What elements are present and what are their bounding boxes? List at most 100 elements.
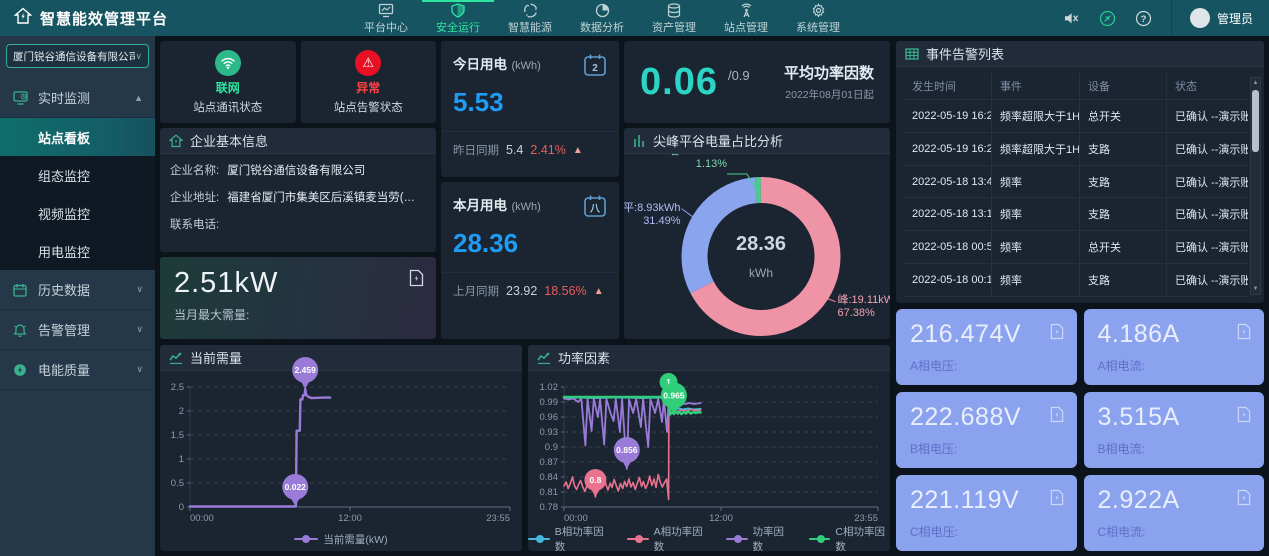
- nav-tab-7[interactable]: 系统管理: [782, 0, 854, 36]
- chevron-down-icon: ∨: [136, 364, 143, 375]
- nav-tab-2[interactable]: 安全运行: [422, 0, 494, 36]
- scroll-thumb[interactable]: [1252, 90, 1259, 152]
- sidebar-group-1[interactable]: 实时监测▲: [0, 78, 155, 118]
- svg-text:0.965: 0.965: [663, 391, 685, 401]
- demand-chart-card: 当前需量 00.511.522.500:0012:0023:550.0222.4…: [160, 345, 522, 551]
- legend-item[interactable]: B相功率因数: [528, 524, 609, 551]
- svg-text:23:55: 23:55: [486, 513, 510, 524]
- asset-management-icon: [667, 3, 681, 18]
- legend-marker-icon: [627, 535, 649, 543]
- svg-text:八: 八: [589, 203, 601, 215]
- legend-item[interactable]: A相功率因数: [627, 524, 708, 551]
- warning-icon: ⚠: [355, 50, 381, 76]
- sidebar-item-5[interactable]: 用电监控: [0, 232, 155, 270]
- pf-since: 2022年08月01日起: [784, 87, 874, 102]
- top-header: 智慧能效管理平台 平台中心安全运行智慧能源数据分析资产管理站点管理系统管理 ? …: [0, 0, 1269, 36]
- phase-card-1[interactable]: 216.474VA相电压:: [896, 309, 1077, 385]
- table-scrollbar[interactable]: ▲ ▼: [1250, 77, 1261, 295]
- legend-item[interactable]: C相功率因数: [809, 524, 890, 551]
- alarm-status-card: ⚠ 异常 站点告警状态: [301, 41, 437, 123]
- power-quality-icon: [12, 363, 28, 377]
- table-row[interactable]: 2022-05-19 16:2...频率超限大于1Hz总开关已确认 --演示账号: [904, 100, 1248, 133]
- report-file-icon[interactable]: [1050, 323, 1064, 345]
- svg-text:0.9: 0.9: [545, 442, 558, 453]
- legend-item[interactable]: 当前需量(kW): [294, 532, 387, 547]
- nav-tab-6[interactable]: 站点管理: [710, 0, 782, 36]
- alarm-management-icon: [12, 323, 28, 337]
- svg-text:0.5: 0.5: [171, 478, 184, 489]
- svg-text:0.8: 0.8: [589, 475, 601, 485]
- svg-text:12:00: 12:00: [338, 513, 362, 524]
- page-title: 智慧能效管理平台: [40, 8, 168, 29]
- mute-icon[interactable]: [1063, 9, 1081, 27]
- comm-status-label: 站点通讯状态: [193, 99, 262, 115]
- nav-tab-3[interactable]: 智慧能源: [494, 0, 566, 36]
- alarm-status-value: 异常: [356, 79, 380, 96]
- svg-text:?: ?: [1141, 14, 1147, 25]
- smart-energy-icon: [523, 3, 538, 18]
- phase-card-4[interactable]: 3.515AB相电流:: [1084, 392, 1265, 468]
- phase-card-2[interactable]: 4.186AA相电流:: [1084, 309, 1265, 385]
- company-name: 厦门锐谷通信设备有限公司: [227, 162, 365, 178]
- avg-power-factor-card: 0.06 /0.9 平均功率因数 2022年08月01日起: [624, 41, 890, 123]
- pf-title: 平均功率因数: [784, 62, 874, 83]
- nav-tab-1[interactable]: 平台中心: [350, 0, 422, 36]
- svg-text:0.93: 0.93: [540, 427, 559, 438]
- today-change-pct: 2.41%: [530, 143, 565, 157]
- pf-line-chart[interactable]: 0.780.810.840.870.90.930.960.991.0200:00…: [528, 371, 890, 527]
- chevron-down-icon: ∨: [136, 284, 143, 295]
- scroll-up-icon[interactable]: ▲: [1253, 78, 1259, 88]
- nav-tab-4[interactable]: 数据分析: [566, 0, 638, 36]
- company-name-label: 企业名称:: [170, 162, 219, 178]
- company-select[interactable]: 厦门锐谷通信设备有限公司 ∨: [6, 44, 149, 68]
- scroll-down-icon[interactable]: ▼: [1253, 284, 1259, 294]
- phase-card-3[interactable]: 222.688VB相电压:: [896, 392, 1077, 468]
- svg-text:0.856: 0.856: [616, 445, 638, 455]
- table-row[interactable]: 2022-05-19 16:2...频率超限大于1Hz支路已确认 --演示账号: [904, 133, 1248, 166]
- svg-text:1: 1: [179, 454, 184, 465]
- link-status-icon[interactable]: [1099, 9, 1117, 27]
- table-row[interactable]: 2022-05-18 00:1...频率支路已确认 --演示账号: [904, 264, 1248, 297]
- table-row[interactable]: 2022-05-18 13:4...频率支路已确认 --演示账号: [904, 166, 1248, 199]
- svg-text:1.02: 1.02: [540, 382, 559, 393]
- table-row[interactable]: 2022-05-18 13:1...频率支路已确认 --演示账号: [904, 198, 1248, 231]
- report-file-icon[interactable]: [409, 269, 424, 292]
- sidebar-item-3[interactable]: 组态监控: [0, 156, 155, 194]
- report-file-icon[interactable]: [1050, 489, 1064, 511]
- sidebar-group-7[interactable]: 告警管理∨: [0, 310, 155, 350]
- pf-legend: B相功率因数 A相功率因数功率因数 C相功率因数: [528, 527, 890, 551]
- comm-status-value: 联网: [216, 79, 240, 96]
- help-icon[interactable]: ?: [1135, 9, 1153, 27]
- donut-chart[interactable]: 28.36kWh谷:0.32kWh1.13%平:8.93kWh31.49%峰:1…: [624, 154, 890, 339]
- max-demand-label: 当月最大需量:: [174, 306, 422, 323]
- svg-text:2: 2: [179, 406, 184, 417]
- sidebar-group-6[interactable]: 历史数据∨: [0, 270, 155, 310]
- company-addr: 福建省厦门市集美区后溪镇麦当劳(软件园三...: [227, 189, 426, 205]
- table-row[interactable]: 2022-05-18 00:5...频率总开关已确认 --演示账号: [904, 231, 1248, 264]
- report-file-icon[interactable]: [1237, 323, 1251, 345]
- slice-label-valley: 谷:0.32kWh1.13%: [641, 154, 727, 178]
- history-data-icon: [12, 283, 28, 297]
- sidebar-item-4[interactable]: 视频监控: [0, 194, 155, 232]
- month-energy-value: 28.36: [453, 228, 607, 259]
- today-compare-label: 昨日同期: [453, 142, 499, 158]
- nav-tab-5[interactable]: 资产管理: [638, 0, 710, 36]
- demand-line-chart[interactable]: 00.511.522.500:0012:0023:550.0222.459: [160, 371, 522, 527]
- sidebar-menu: 实时监测▲站点看板组态监控视频监控用电监控历史数据∨告警管理∨电能质量∨: [0, 78, 155, 390]
- legend-item[interactable]: 功率因数: [726, 524, 791, 551]
- svg-text:0.99: 0.99: [540, 397, 559, 408]
- phase-card-6[interactable]: 2.922AC相电流:: [1084, 475, 1265, 551]
- table-header-row: 发生时间事件设备状态: [904, 73, 1248, 100]
- svg-text:0: 0: [179, 502, 184, 513]
- user-menu[interactable]: 管理员: [1190, 8, 1253, 28]
- svg-text:2: 2: [592, 63, 598, 74]
- report-file-icon[interactable]: [1237, 406, 1251, 428]
- report-file-icon[interactable]: [1237, 489, 1251, 511]
- sidebar-group-8[interactable]: 电能质量∨: [0, 350, 155, 390]
- today-energy-title: 今日用电: [453, 57, 507, 72]
- pf-chart-title: 功率因素: [558, 348, 610, 367]
- report-file-icon[interactable]: [1050, 406, 1064, 428]
- sidebar-item-2[interactable]: 站点看板: [0, 118, 155, 156]
- svg-text:0.81: 0.81: [540, 487, 559, 498]
- phase-card-5[interactable]: 221.119VC相电压:: [896, 475, 1077, 551]
